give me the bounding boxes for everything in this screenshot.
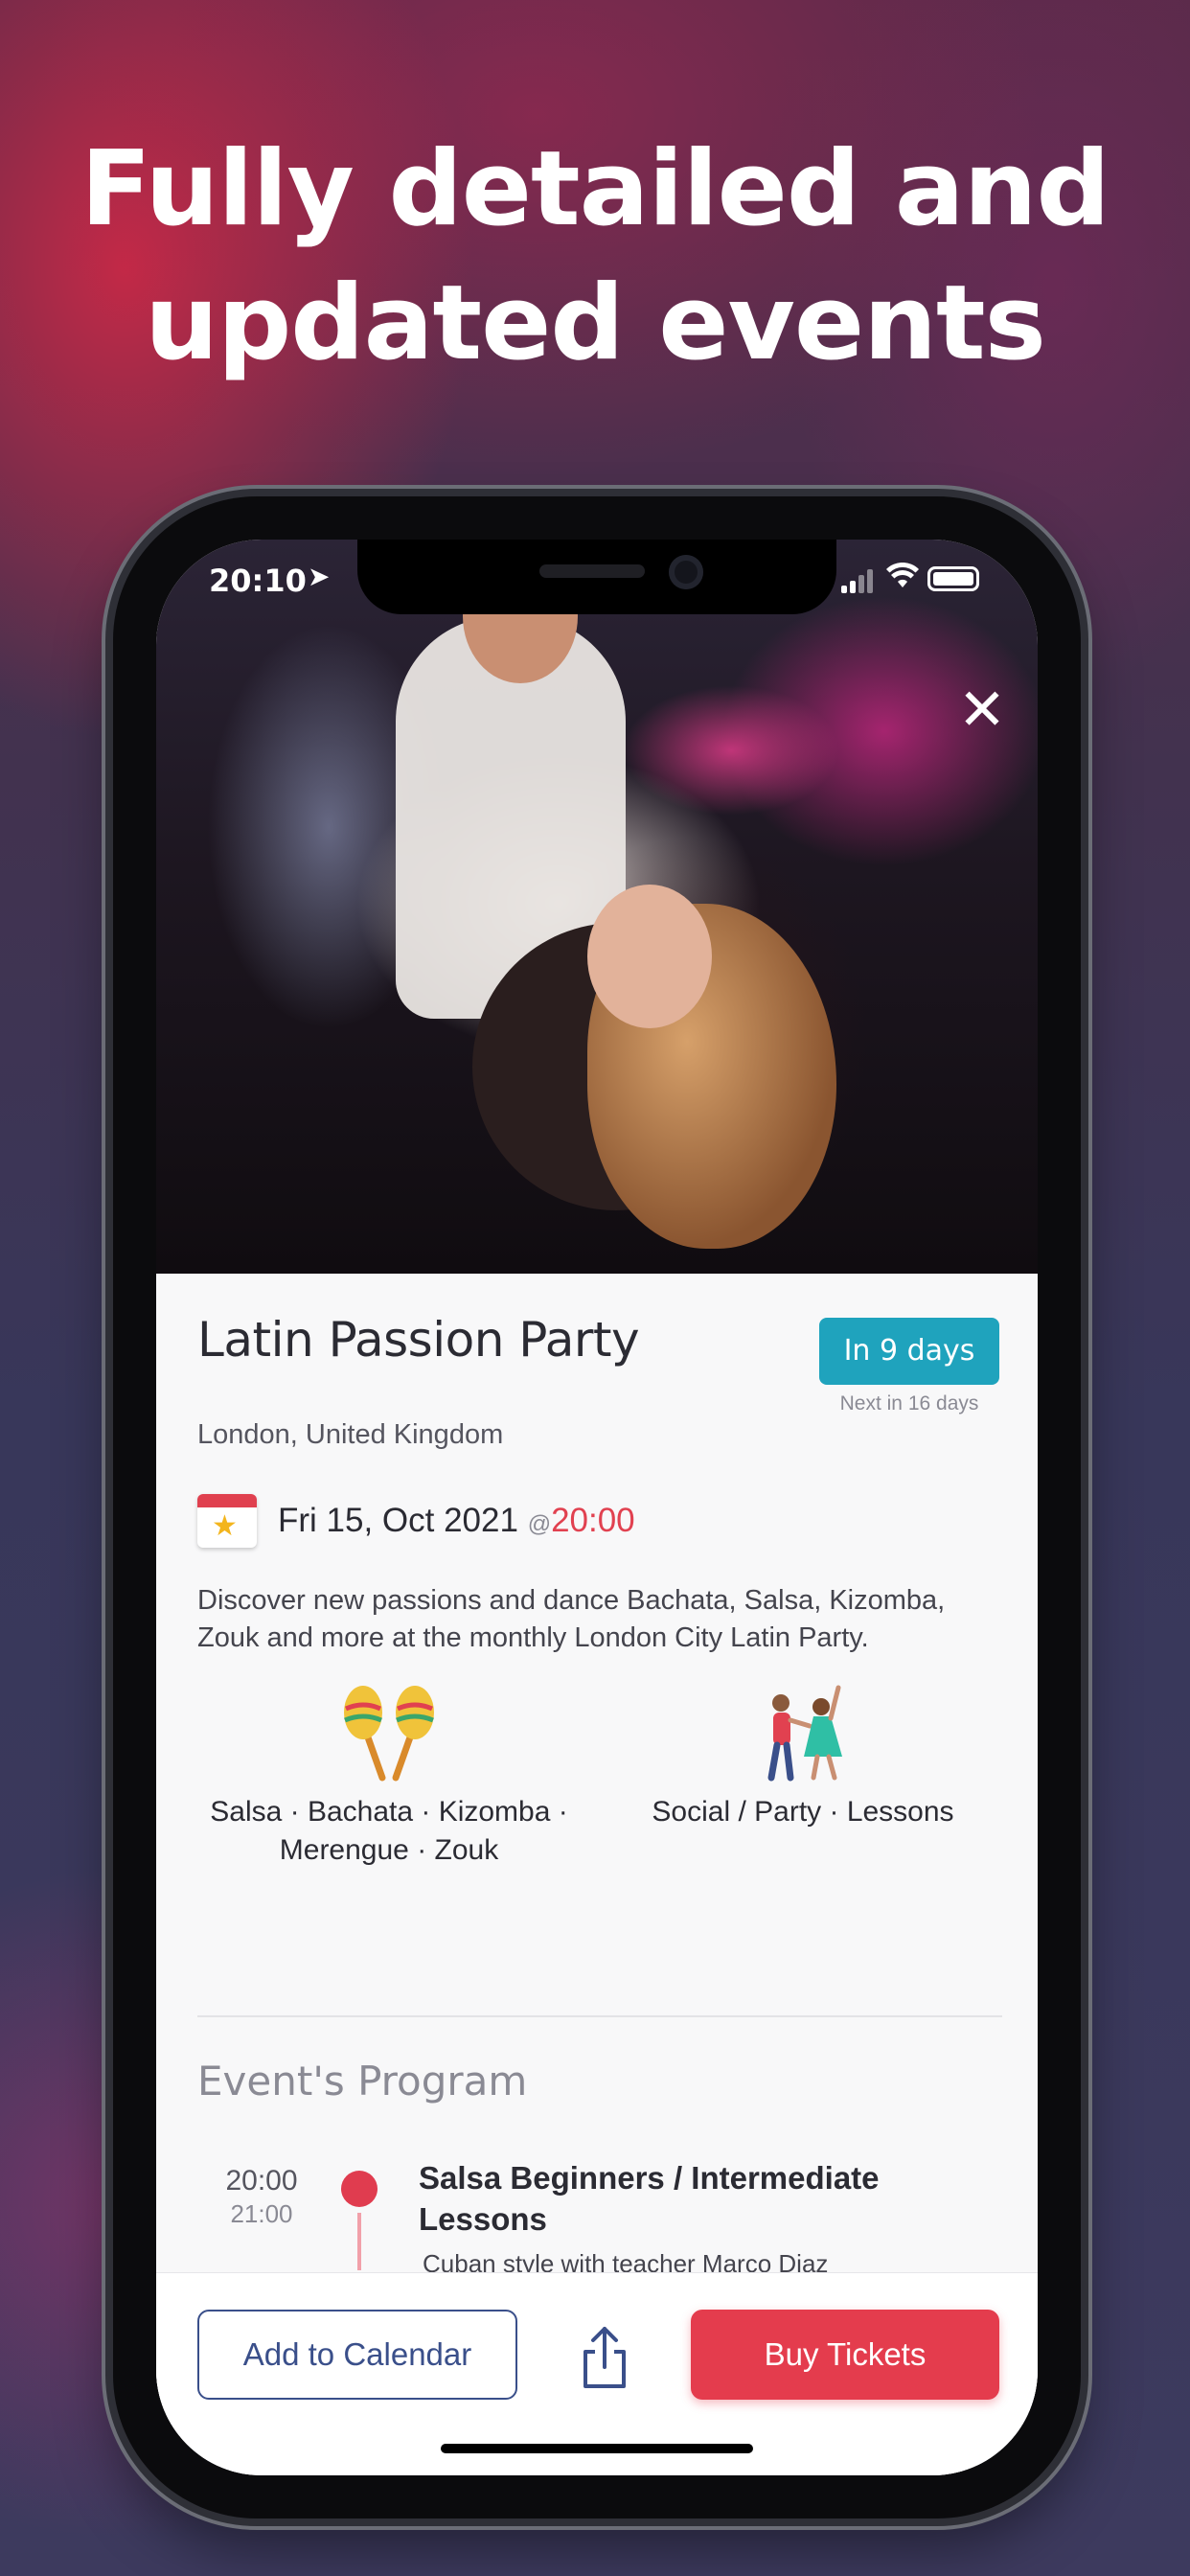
event-photo: ✕ <box>156 540 1038 1274</box>
section-divider <box>197 2015 1002 2017</box>
wifi-icon <box>886 562 919 597</box>
maracas-icon <box>336 1682 442 1787</box>
home-indicator[interactable] <box>441 2444 753 2453</box>
photo-figure <box>587 885 712 1028</box>
program-item-title: Salsa Beginners / Intermediate Lessons <box>419 2160 880 2237</box>
buy-tickets-button[interactable]: Buy Tickets <box>691 2310 999 2400</box>
dance-styles-line-1: Salsa · Bachata · Kizomba · <box>210 1796 568 1828</box>
headline-line-1: Fully detailed and <box>80 129 1110 249</box>
dance-styles: Salsa · Bachata · Kizomba · Merengue · Z… <box>197 1682 581 1870</box>
dance-styles-line-2: Merengue · Zouk <box>279 1834 499 1866</box>
signal-icon <box>841 568 876 593</box>
event-description: Discover new passions and dance Bachata,… <box>197 1585 946 1653</box>
headline-line-2: updated events <box>145 264 1046 383</box>
phone-frame: ✕ 20:10 ➤ Latin Passion Party In 9 days … <box>113 496 1081 2518</box>
phone-screen: ✕ 20:10 ➤ Latin Passion Party In 9 days … <box>156 540 1038 2475</box>
event-title: Latin Passion Party <box>197 1312 640 1368</box>
calendar-star-icon: ★ <box>197 1494 257 1548</box>
event-types-label: Social / Party · Lessons <box>652 1796 954 1828</box>
event-types: Social / Party · Lessons <box>606 1682 999 1831</box>
event-datetime: Fri 15, Oct 2021 @20:00 <box>278 1502 635 1540</box>
event-date: Fri 15, Oct 2021 <box>278 1502 518 1539</box>
dancing-couple-icon <box>750 1682 856 1787</box>
close-icon[interactable]: ✕ <box>955 681 1009 739</box>
event-time: 20:00 <box>551 1502 635 1539</box>
battery-icon <box>927 566 979 591</box>
promo-headline: Fully detailed and updated events <box>0 123 1190 391</box>
program-item-time: 20:00 21:00 <box>204 2165 319 2229</box>
event-details-card: Latin Passion Party In 9 days Next in 16… <box>156 1274 1038 2475</box>
location-arrow-icon: ➤ <box>308 562 331 591</box>
share-icon[interactable] <box>578 2323 631 2392</box>
status-bar: 20:10 ➤ <box>156 540 1038 616</box>
add-to-calendar-button[interactable]: Add to Calendar <box>197 2310 517 2400</box>
timeline-line <box>357 2213 361 2270</box>
program-start-time: 20:00 <box>225 2165 298 2196</box>
event-location: London, United Kingdom <box>197 1419 504 1450</box>
action-bar: Add to Calendar Buy Tickets <box>156 2272 1038 2475</box>
at-symbol: @ <box>527 1511 552 1537</box>
program-end-time: 21:00 <box>230 2199 293 2228</box>
program-section-title: Event's Program <box>197 2058 528 2104</box>
next-occurrence-text: Next in 16 days <box>839 1392 979 1414</box>
days-until-badge: In 9 days <box>819 1318 999 1385</box>
status-time: 20:10 <box>209 563 307 599</box>
timeline-dot <box>341 2171 378 2207</box>
